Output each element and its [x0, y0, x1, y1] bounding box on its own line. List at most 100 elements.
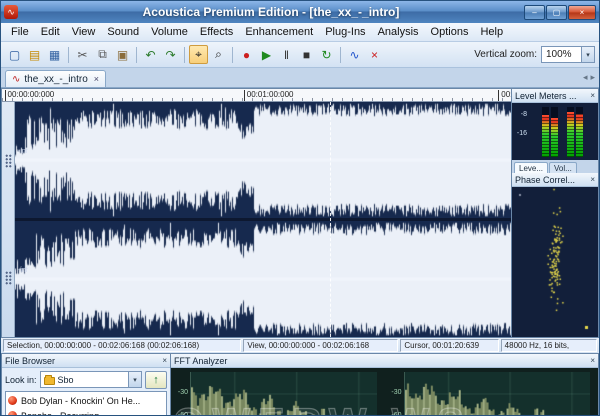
right-channel-waveform[interactable]	[15, 221, 511, 337]
level-meter-fill	[567, 112, 574, 157]
pause-icon: ‖	[284, 48, 289, 62]
channel-drag-handle[interactable]	[5, 154, 12, 168]
tab-scroll-group: ◂ ▸	[583, 72, 595, 87]
level-meters: -8-16	[512, 103, 598, 160]
tab-vol[interactable]: Vol...	[549, 162, 577, 173]
vertical-zoom-label: Vertical zoom:	[474, 49, 537, 60]
channel-gutter	[2, 102, 15, 337]
toolbar-right-group: Vertical zoom: 100% ▾	[474, 46, 595, 63]
file-list-item[interactable]: Bonobo - Recurring	[8, 408, 164, 416]
file-list-item[interactable]: Bob Dylan - Knockin' On He...	[8, 393, 164, 408]
fft-y-tick: -30	[391, 389, 401, 396]
redo-button[interactable]: ↷	[161, 45, 180, 64]
menu-effects[interactable]: Effects	[194, 24, 239, 40]
timeline-ruler[interactable]: 00:00:00:00000:01:00:00000:02	[2, 89, 511, 102]
maximize-button[interactable]: ▢	[546, 5, 567, 20]
menu-file[interactable]: File	[5, 24, 35, 40]
menu-options[interactable]: Options	[425, 24, 475, 40]
file-browser-panel-title[interactable]: File Browser ×	[2, 354, 170, 368]
menu-help[interactable]: Help	[474, 24, 509, 40]
pause-button[interactable]: ‖	[277, 45, 296, 64]
left-channel: -inf	[15, 102, 511, 218]
fft-panel-title[interactable]: FFT Analyzer ×	[171, 354, 598, 368]
stop-icon: ■	[303, 48, 310, 62]
close-button[interactable]: ×	[568, 5, 596, 20]
toolbar-separator	[340, 47, 341, 63]
look-in-select[interactable]: Sbo ▾	[40, 371, 142, 388]
channel-drag-handle[interactable]	[5, 271, 12, 285]
vertical-zoom-value: 100%	[546, 49, 572, 60]
undo-button[interactable]: ↶	[141, 45, 160, 64]
fft-title-label: FFT Analyzer	[174, 356, 588, 366]
timeline-label: 00:01:00:000	[244, 90, 294, 101]
close-icon[interactable]: ×	[590, 356, 595, 365]
chevron-down-icon[interactable]: ▾	[581, 47, 594, 62]
fft-plot-left: -30-60-90 100100010000	[175, 372, 377, 416]
menu-sound[interactable]: Sound	[101, 24, 145, 40]
zoom-tool-button[interactable]: ⌕	[209, 45, 228, 64]
tab-close-icon[interactable]: ×	[94, 74, 99, 84]
file-list: Bob Dylan - Knockin' On He... Bonobo - Re…	[5, 391, 167, 416]
chevron-down-icon[interactable]: ▾	[128, 372, 141, 387]
waveform-icon: ∿	[12, 74, 20, 85]
loop-play-icon: ↻	[321, 48, 331, 62]
playback-cursor[interactable]	[330, 102, 331, 337]
menu-analysis[interactable]: Analysis	[372, 24, 425, 40]
menu-edit[interactable]: Edit	[35, 24, 66, 40]
fft-spectrum-left	[191, 372, 377, 416]
bottom-panels: File Browser × Look in: Sbo ▾ ↑ Bob Dyla…	[1, 353, 599, 416]
tab-leve[interactable]: Leve...	[514, 162, 548, 173]
view-info: View, 00:00:00:000 - 00:02:06:168	[243, 339, 398, 352]
open-file-button[interactable]: ▤	[25, 45, 44, 64]
level-meters-panel-title[interactable]: Level Meters ... ×	[512, 89, 598, 103]
document-tab-label: the_xx_-_intro	[24, 74, 87, 85]
menu-volume[interactable]: Volume	[145, 24, 194, 40]
meter-bars	[529, 106, 596, 158]
close-icon[interactable]: ×	[590, 91, 595, 100]
copy-button[interactable]: ⧉	[93, 45, 112, 64]
title-bar[interactable]: ∿ Acoustica Premium Edition - [the_xx_-_…	[1, 1, 599, 23]
selection-tool-button[interactable]: ⌖	[189, 45, 208, 64]
vertical-zoom-select[interactable]: 100% ▾	[541, 46, 595, 63]
menu-view[interactable]: View	[66, 24, 102, 40]
paste-button[interactable]: ▣	[113, 45, 132, 64]
file-name: Bob Dylan - Knockin' On He...	[21, 396, 140, 406]
meter-pair-right	[567, 107, 583, 157]
channels-area: -inf -inf	[2, 102, 511, 337]
fft-analyzer-panel: FFT Analyzer × -30-60-90 100100010000 -3…	[171, 353, 599, 416]
look-in-row: Look in: Sbo ▾ ↑	[2, 368, 170, 391]
audio-file-icon	[8, 411, 17, 416]
menu-enhancement[interactable]: Enhancement	[239, 24, 319, 40]
save-file-button[interactable]: ▦	[45, 45, 64, 64]
delete-button[interactable]: ×	[365, 45, 384, 64]
record-button[interactable]: ●	[237, 45, 256, 64]
new-file-icon: ▢	[9, 48, 20, 62]
toolbar-separator	[68, 47, 69, 63]
phase-panel-title[interactable]: Phase Correl... ×	[512, 173, 598, 187]
close-icon[interactable]: ×	[162, 356, 167, 365]
db-scale-label: -inf	[18, 148, 28, 155]
menu-plug-ins[interactable]: Plug-Ins	[319, 24, 371, 40]
left-channel-waveform[interactable]	[15, 102, 511, 218]
open-file-icon: ▤	[29, 48, 40, 62]
redo-icon: ↷	[165, 48, 175, 62]
mix-tool-icon: ∿	[349, 48, 359, 62]
fft-spectrum-right	[405, 372, 591, 416]
loop-play-button[interactable]: ↻	[317, 45, 336, 64]
play-button[interactable]: ▶	[257, 45, 276, 64]
minimize-button[interactable]: –	[524, 5, 545, 20]
stop-button[interactable]: ■	[297, 45, 316, 64]
close-icon[interactable]: ×	[590, 175, 595, 184]
up-one-level-button[interactable]: ↑	[145, 371, 167, 389]
cut-button[interactable]: ✂	[73, 45, 92, 64]
tab-scroll-left-icon[interactable]: ◂	[583, 72, 588, 83]
tab-scroll-right-icon[interactable]: ▸	[590, 72, 595, 83]
copy-icon: ⧉	[98, 47, 107, 62]
meter-scale-label: -8	[521, 111, 527, 118]
selection-tool-icon: ⌖	[195, 47, 202, 62]
mix-tool-button[interactable]: ∿	[345, 45, 364, 64]
document-tab[interactable]: ∿ the_xx_-_intro ×	[5, 70, 106, 87]
new-file-button[interactable]: ▢	[5, 45, 24, 64]
phase-correlation-display	[512, 187, 598, 337]
timeline-label: 00:02	[498, 90, 511, 101]
